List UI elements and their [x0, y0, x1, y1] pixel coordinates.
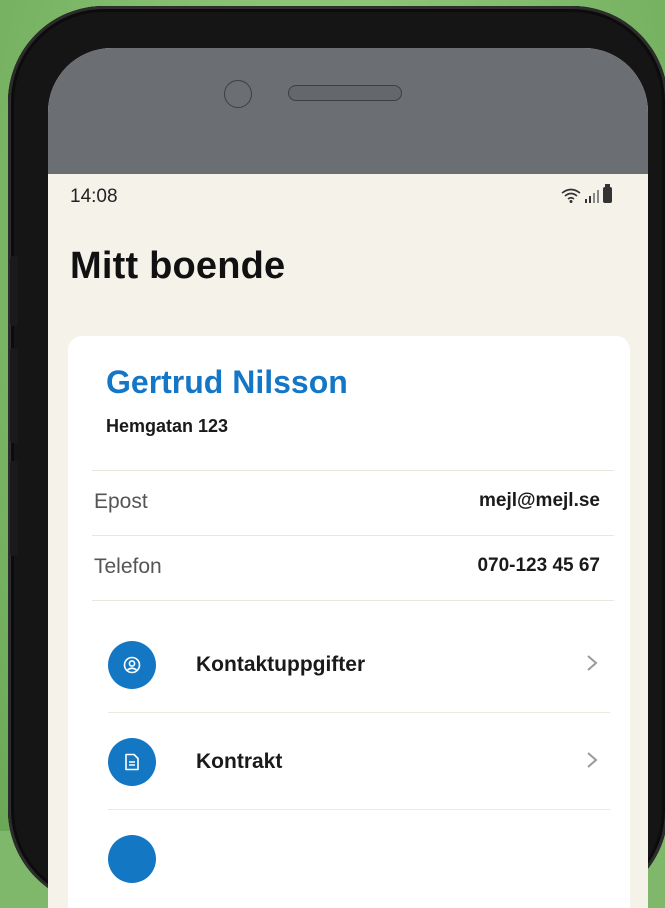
menu-item-partial[interactable]	[108, 811, 610, 907]
tenant-address: Hemgatan 123	[106, 416, 229, 436]
email-label: Epost	[94, 490, 148, 513]
page-title: Mitt boende	[70, 245, 286, 287]
volume-down-button	[10, 461, 18, 556]
status-icons	[561, 184, 612, 203]
tenant-name: Gertrud Nilsson	[106, 364, 348, 400]
menu-icon-badge	[108, 738, 156, 786]
signal-icon	[585, 190, 599, 203]
front-camera	[224, 80, 252, 108]
menu-icon-badge	[108, 641, 156, 689]
email-value: mejl@mejl.se	[479, 490, 600, 511]
divider	[108, 712, 610, 713]
chevron-right-icon	[587, 752, 598, 768]
menu-item-label: Kontrakt	[196, 750, 283, 773]
profile-card: Gertrud Nilsson Hemgatan 123 Epost mejl@…	[68, 336, 630, 908]
menu-item-kontaktuppgifter[interactable]: Kontaktuppgifter	[108, 617, 610, 713]
status-time: 14:08	[70, 186, 118, 207]
divider	[92, 535, 614, 536]
earpiece-speaker	[288, 85, 402, 101]
phone-screen: 14:08 Mitt boende Gertrud Nilsson Hemgat…	[48, 48, 648, 908]
phone-label: Telefon	[94, 555, 162, 578]
side-button	[10, 256, 18, 326]
menu-item-kontrakt[interactable]: Kontrakt	[108, 714, 610, 810]
document-icon	[125, 753, 139, 771]
user-circle-icon	[123, 656, 141, 674]
wifi-icon	[561, 188, 581, 203]
menu-item-label: Kontaktuppgifter	[196, 653, 366, 676]
menu-icon-badge	[108, 835, 156, 883]
battery-icon	[603, 184, 612, 203]
divider	[92, 600, 614, 601]
volume-up-button	[10, 348, 18, 443]
chevron-right-icon	[587, 655, 598, 671]
top-bezel	[48, 48, 648, 174]
phone-frame: 14:08 Mitt boende Gertrud Nilsson Hemgat…	[8, 6, 665, 908]
phone-value: 070-123 45 67	[477, 555, 600, 576]
divider	[108, 809, 610, 810]
divider	[92, 470, 614, 471]
status-bar: 14:08	[48, 174, 648, 222]
